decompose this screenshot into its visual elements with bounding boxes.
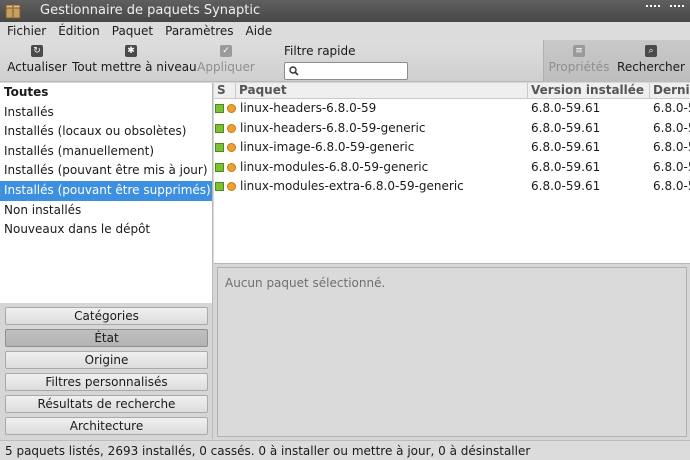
upgrade-all-label: Tout mettre à niveau	[72, 60, 197, 74]
package-table: S Paquet Version installée Dernière vers…	[214, 83, 690, 263]
reload-button[interactable]: ↻ Actualiser	[6, 42, 68, 80]
quick-filter-input[interactable]	[301, 64, 405, 78]
quick-filter-label: Filtre rapide	[284, 44, 356, 58]
table-header: S Paquet Version installée Dernière vers…	[214, 83, 690, 99]
gear-icon: ✱	[125, 45, 137, 57]
package-name: linux-headers-6.8.0-59-generic	[240, 120, 426, 135]
latest-version: 6.8.0-59.61	[653, 120, 690, 135]
table-row[interactable]: linux-modules-extra-6.8.0-59-generic 6.8…	[214, 177, 690, 197]
menu-parametres[interactable]: Paramètres	[158, 22, 238, 40]
filter-item-all[interactable]: Toutes	[0, 83, 212, 103]
search-button[interactable]: ⌕ Rechercher	[616, 42, 686, 80]
filter-item-installed[interactable]: Installés	[0, 103, 212, 123]
categories-button[interactable]: Catégories	[5, 307, 208, 325]
upgrade-all-button[interactable]: ✱ Tout mettre à niveau	[72, 42, 197, 80]
status-button[interactable]: État	[5, 329, 208, 347]
package-name: linux-modules-6.8.0-59-generic	[240, 159, 429, 174]
filter-item-not-installed[interactable]: Non installés	[0, 201, 212, 221]
search-icon	[289, 66, 299, 76]
minimize-button[interactable]	[646, 5, 660, 15]
installed-version: 6.8.0-59.61	[531, 120, 601, 135]
window-controls[interactable]	[646, 5, 684, 15]
apply-button[interactable]: ✓ Appliquer	[196, 42, 256, 80]
column-status[interactable]: S	[214, 83, 236, 99]
filter-item-installed-manual[interactable]: Installés (manuellement)	[0, 142, 212, 162]
installed-version: 6.8.0-59.61	[531, 101, 601, 115]
installed-status-icon[interactable]	[215, 162, 224, 172]
properties-icon: ≡	[573, 45, 585, 57]
details-pane: Aucun paquet sélectionné.	[214, 263, 690, 439]
apply-icon: ✓	[220, 45, 232, 57]
installed-status-icon[interactable]	[215, 143, 224, 153]
table-row[interactable]: linux-modules-6.8.0-59-generic 6.8.0-59.…	[214, 158, 690, 178]
column-installed-version[interactable]: Version installée	[528, 83, 650, 99]
package-name: linux-modules-extra-6.8.0-59-generic	[240, 179, 464, 194]
menu-fichier[interactable]: Fichier	[0, 22, 51, 40]
menu-paquet[interactable]: Paquet	[105, 22, 158, 40]
reload-label: Actualiser	[7, 60, 67, 74]
latest-version: 6.8.0-59.61	[653, 179, 690, 194]
support-icon	[227, 162, 236, 172]
search-label: Rechercher	[617, 60, 685, 74]
view-buttons: Catégories État Origine Filtres personna…	[0, 303, 213, 439]
menu-bar: Fichier Édition Paquet Paramètres Aide	[0, 22, 690, 40]
table-row[interactable]: linux-image-6.8.0-59-generic 6.8.0-59.61…	[214, 138, 690, 158]
support-icon	[227, 123, 236, 133]
filter-list: Toutes Installés Installés (locaux ou ob…	[0, 83, 213, 303]
column-package[interactable]: Paquet	[236, 83, 528, 99]
table-row[interactable]: linux-headers-6.8.0-59 6.8.0-59.61 6.8.0…	[214, 99, 690, 119]
filter-item-installed-local[interactable]: Installés (locaux ou obsolètes)	[0, 122, 212, 142]
menu-edition[interactable]: Édition	[51, 22, 105, 40]
package-name: linux-headers-6.8.0-59	[240, 101, 377, 115]
architecture-button[interactable]: Architecture	[5, 417, 208, 435]
installed-version: 6.8.0-59.61	[531, 140, 601, 155]
reload-icon: ↻	[31, 45, 43, 57]
table-row[interactable]: linux-headers-6.8.0-59-generic 6.8.0-59.…	[214, 119, 690, 139]
support-icon	[227, 104, 236, 113]
installed-version: 6.8.0-59.61	[531, 179, 601, 194]
quick-filter-field[interactable]	[284, 62, 408, 80]
column-latest-version[interactable]: Dernière version	[650, 83, 690, 99]
custom-filters-button[interactable]: Filtres personnalisés	[5, 373, 208, 391]
origin-button[interactable]: Origine	[5, 351, 208, 369]
quick-filter: Filtre rapide	[282, 42, 410, 80]
installed-status-icon[interactable]	[215, 182, 224, 192]
title-bar: Gestionnaire de paquets Synaptic	[0, 0, 690, 22]
properties-button[interactable]: ≡ Propriétés	[548, 42, 610, 80]
filter-item-installed-autoremovable[interactable]: Installés (pouvant être supprimés)	[0, 180, 212, 201]
installed-version: 6.8.0-59.61	[531, 159, 601, 174]
search-results-button[interactable]: Résultats de recherche	[5, 395, 208, 413]
installed-status-icon[interactable]	[215, 123, 224, 133]
search-icon: ⌕	[645, 45, 657, 57]
package-description: Aucun paquet sélectionné.	[217, 267, 687, 437]
latest-version: 6.8.0-59.61	[653, 140, 690, 155]
latest-version: 6.8.0-59.61	[653, 159, 690, 174]
toolbar: ↻ Actualiser ✱ Tout mettre à niveau ✓ Ap…	[0, 40, 690, 82]
window-title: Gestionnaire de paquets Synaptic	[40, 3, 261, 18]
filter-item-installed-upgradable[interactable]: Installés (pouvant être mis à jour)	[0, 161, 212, 181]
menu-aide[interactable]: Aide	[239, 22, 278, 40]
status-bar: 5 paquets listés, 2693 installés, 0 cass…	[0, 440, 690, 460]
package-name: linux-image-6.8.0-59-generic	[240, 140, 415, 155]
synaptic-box-icon	[5, 4, 21, 19]
maximize-button[interactable]	[670, 5, 684, 15]
properties-label: Propriétés	[548, 60, 610, 74]
apply-label: Appliquer	[197, 60, 255, 74]
latest-version: 6.8.0-59.61	[653, 101, 690, 115]
support-icon	[227, 182, 236, 192]
support-icon	[227, 143, 236, 153]
installed-status-icon[interactable]	[215, 104, 224, 113]
no-selection-message: Aucun paquet sélectionné.	[225, 276, 386, 290]
filter-item-new-in-repo[interactable]: Nouveaux dans le dépôt	[0, 220, 212, 240]
